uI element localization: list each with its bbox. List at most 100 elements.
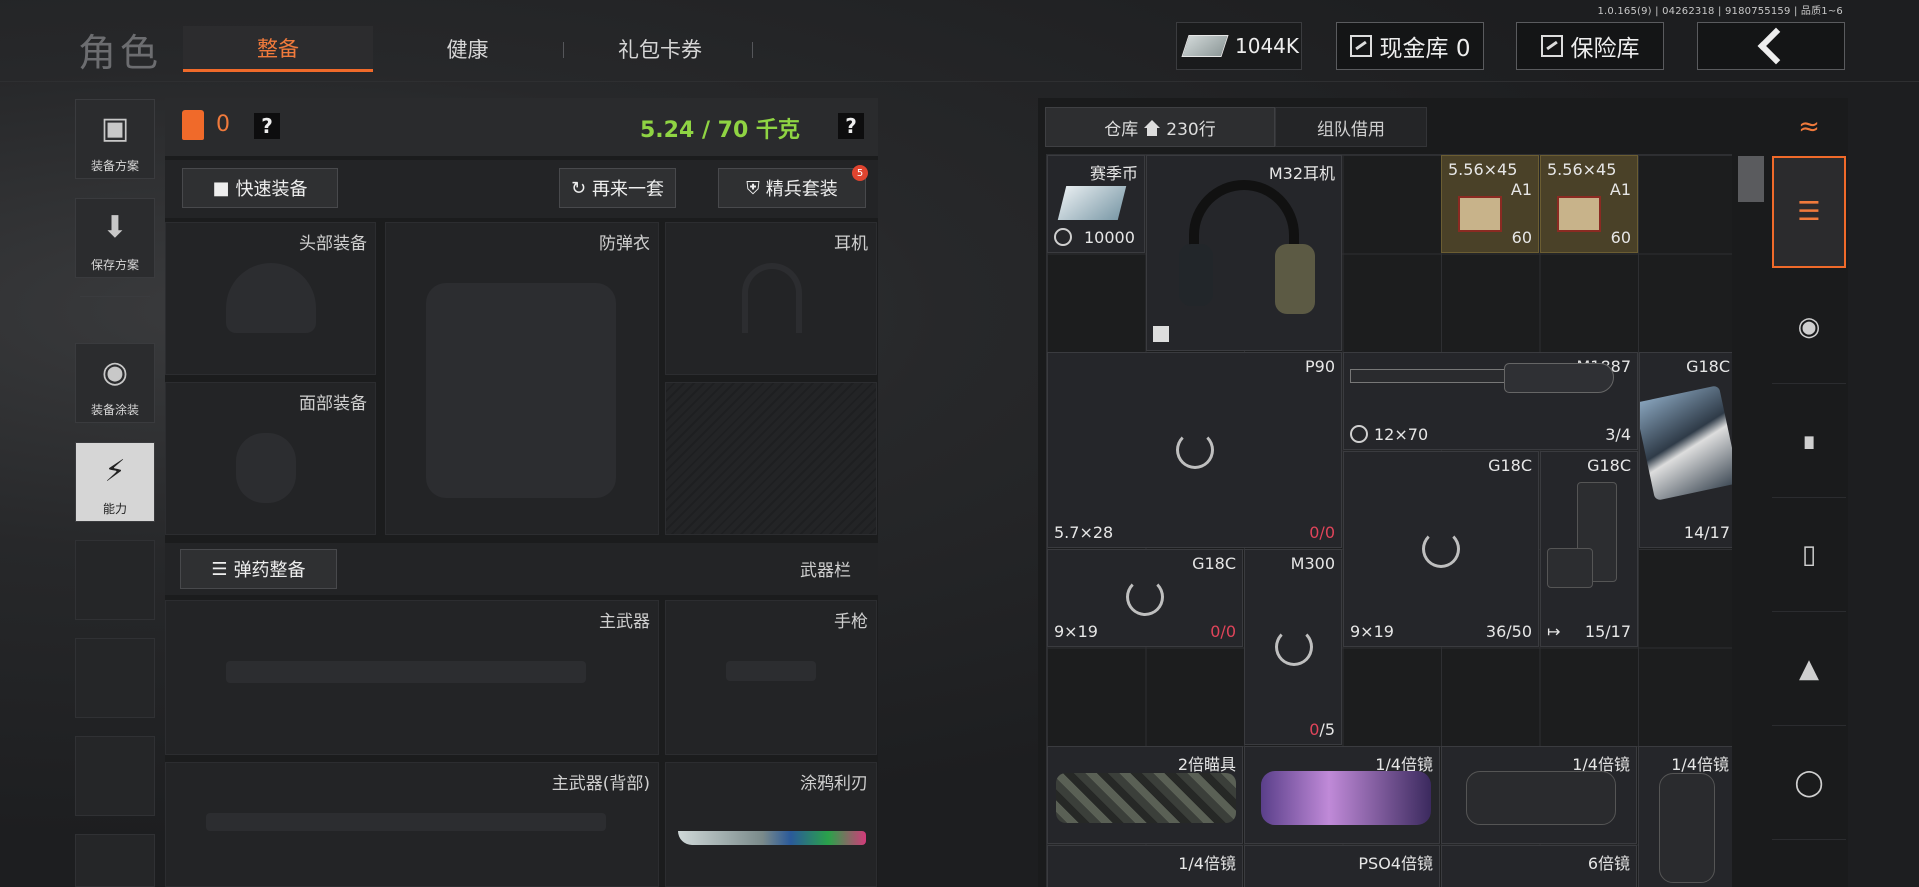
stack-refresh-icon[interactable]: ≈ <box>1772 98 1846 156</box>
item-ammo: 3/4 <box>1605 425 1631 444</box>
cash-vault-button[interactable]: 现金库 0 <box>1336 22 1484 70</box>
item-g18c[interactable]: G18C 9×19 36/50 <box>1343 451 1539 647</box>
slot-locked <box>665 382 877 535</box>
item-name: 1/4倍镜 <box>1178 854 1236 873</box>
tab-equip[interactable]: 整备 <box>183 26 373 72</box>
safe-button[interactable]: 保险库 <box>1516 22 1664 70</box>
vault-icon <box>1349 35 1372 57</box>
item-1-4x-scope[interactable]: 1/4倍镜 <box>1244 746 1440 844</box>
slot-primary-weapon[interactable]: 主武器 <box>165 600 659 755</box>
item-ammo: 15/17 <box>1584 622 1631 641</box>
slot-head[interactable]: 头部装备 <box>165 222 376 375</box>
item-ammo: 0/0 <box>1210 622 1236 641</box>
elite-set-button[interactable]: ⛨ 精兵套装 <box>718 168 866 208</box>
item-1-4x-scope[interactable]: 1/4倍镜 <box>1638 746 1732 887</box>
slot-vest[interactable]: 防弹衣 <box>385 222 659 535</box>
item-m300[interactable]: M300 0/5 <box>1244 549 1342 745</box>
rifle-silhouette-icon <box>226 661 586 683</box>
warehouse-scrollbar[interactable] <box>1738 156 1764 202</box>
quick-equip-button[interactable]: ■ 快速装备 <box>182 168 338 208</box>
slot-pistol[interactable]: 手枪 <box>665 600 877 755</box>
download-icon: ⬇ <box>102 210 128 245</box>
item-ammo: 36/50 <box>1485 622 1532 641</box>
item-6x-scope[interactable]: 6倍镜 <box>1441 845 1637 887</box>
ammo-prep-button[interactable]: ☰ 弹药整备 <box>180 549 337 589</box>
back-arrow-icon <box>1757 27 1795 65</box>
rail-empty-slot <box>75 834 155 887</box>
item-m1887[interactable]: M1887 12×70 3/4 <box>1343 352 1638 450</box>
back-button[interactable] <box>1697 22 1845 70</box>
loading-spinner-icon <box>1126 578 1164 616</box>
item-name: G18C <box>1488 456 1532 475</box>
item-p90[interactable]: P90 5.7×28 0/0 <box>1047 352 1342 548</box>
item-ammo-556[interactable]: 5.56×45 A1 60 <box>1540 155 1638 253</box>
rifle-silhouette-icon <box>206 813 606 831</box>
ammo-box-icon <box>1458 196 1502 232</box>
rail-empty-slot <box>75 638 155 718</box>
ammo-prep-label: 弹药整备 <box>233 560 306 581</box>
rail-empty-slot <box>75 736 155 816</box>
cash-stack-icon <box>1181 35 1229 57</box>
coin-icon <box>1350 425 1368 443</box>
slot-primary-back[interactable]: 主武器(背部) <box>165 762 659 887</box>
money-amount: 1044K <box>1235 34 1300 58</box>
item-season-coin[interactable]: 赛季币 10000 <box>1047 155 1145 253</box>
earcup-left-icon <box>1179 244 1213 306</box>
coin-icon <box>1054 228 1072 246</box>
warehouse-grid[interactable]: 赛季币 10000 M32耳机 5.56×45 A1 60 5.56×45 A1… <box>1046 154 1732 887</box>
item-2x-sight[interactable]: 2倍瞄具 <box>1047 746 1243 844</box>
rail-abilities[interactable]: ⚡ 能力 <box>75 442 155 522</box>
item-g18c-pistol[interactable]: G18C ↦ 15/17 <box>1540 451 1638 647</box>
rifle-icon[interactable]: ∎ <box>1772 384 1846 498</box>
bullet-icon[interactable]: ▲ <box>1772 612 1846 726</box>
item-name: P90 <box>1304 357 1335 376</box>
lightning-icon: ⚡ <box>104 454 126 489</box>
top-bar: 角色 整备 健康 礼包卡券 1044K 现金库 0 保险库 <box>0 0 1919 82</box>
tab-warehouse[interactable]: 仓库 230行 <box>1045 107 1275 147</box>
helmet-silhouette-icon <box>226 263 316 333</box>
item-name: G18C <box>1587 456 1631 475</box>
quick-equip-label: 快速装备 <box>235 179 308 200</box>
tab-divider <box>752 42 753 58</box>
slot-headset[interactable]: 耳机 <box>665 222 877 375</box>
again-button[interactable]: ↻ 再来一套 <box>559 168 676 208</box>
helmet-icon[interactable]: ◉ <box>1772 270 1846 384</box>
item-caliber: 9×19 <box>1054 622 1098 641</box>
weight-help-button[interactable]: ? <box>838 113 864 139</box>
item-name: 5.56×45 <box>1448 160 1518 179</box>
tab-gift-coupons[interactable]: 礼包卡券 <box>580 26 740 72</box>
slot-head-label: 头部装备 <box>299 234 367 254</box>
item-sub: A1 <box>1609 180 1631 199</box>
rail-save-plan[interactable]: ⬇ 保存方案 <box>75 198 155 278</box>
item-g18c[interactable]: G18C 9×19 0/0 <box>1047 549 1243 647</box>
ammo-list-icon: ☰ <box>211 558 228 580</box>
tab-health[interactable]: 健康 <box>400 26 535 72</box>
item-name: 6倍镜 <box>1587 854 1630 873</box>
layers-icon[interactable]: ☰ <box>1772 156 1846 268</box>
ammo-box-icon <box>1557 196 1601 232</box>
loading-spinner-icon <box>1275 628 1313 666</box>
item-1-4x-scope[interactable]: 1/4倍镜 <box>1047 845 1243 887</box>
item-1-4x-scope[interactable]: 1/4倍镜 <box>1441 746 1637 844</box>
item-caliber: 9×19 <box>1350 622 1394 641</box>
item-name: 赛季币 <box>1089 164 1138 183</box>
armor-icon <box>182 110 204 140</box>
item-name: M300 <box>1290 554 1335 573</box>
pistol-silhouette-icon <box>726 661 816 681</box>
tab-team-borrow[interactable]: 组队借用 <box>1275 107 1427 147</box>
slot-face[interactable]: 面部装备 <box>165 382 376 535</box>
rail-loadout-plans[interactable]: ▣ 装备方案 <box>75 99 155 179</box>
item-m32-headset[interactable]: M32耳机 <box>1146 155 1342 351</box>
magazine-icon[interactable]: ▯ <box>1772 498 1846 612</box>
item-g18c-skin[interactable]: G18C 14/17 <box>1639 352 1732 548</box>
rail-equip-skins[interactable]: ◉ 装备涂装 <box>75 343 155 423</box>
elite-label: 精兵套装 <box>765 179 838 200</box>
scope-skin-icon <box>1261 771 1431 825</box>
help-button[interactable]: ? <box>254 113 280 139</box>
item-ammo-556[interactable]: 5.56×45 A1 60 <box>1441 155 1539 253</box>
weapons-bar-label: 武器栏 <box>800 561 851 581</box>
item-pso4-scope[interactable]: PSO4倍镜 <box>1244 845 1440 887</box>
slot-melee[interactable]: 涂鸦利刃 <box>665 762 877 887</box>
scope-icon[interactable]: ◯ <box>1772 726 1846 840</box>
scope-icon <box>1659 773 1715 883</box>
